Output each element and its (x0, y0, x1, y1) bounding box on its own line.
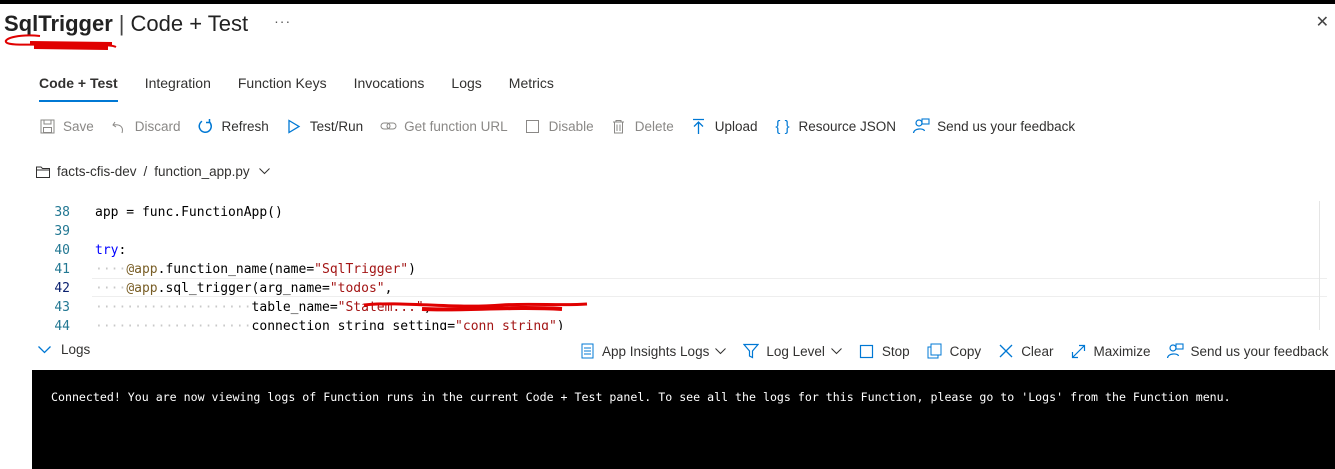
line-number: 40 (54, 243, 70, 258)
app-insights-logs-label: App Insights Logs (602, 343, 710, 359)
logs-feedback-button[interactable]: Send us your feedback (1166, 342, 1329, 360)
logs-panel-header: Logs App Insights Logs Log Level Stop Co… (0, 336, 1335, 366)
line-number: 42 (54, 281, 70, 296)
breadcrumb-app[interactable]: facts-cfis-dev (57, 164, 137, 179)
play-icon (285, 117, 303, 135)
discard-button[interactable]: Discard (110, 117, 181, 135)
upload-label: Upload (714, 118, 758, 134)
stop-icon (858, 342, 876, 360)
logs-toggle-label: Logs (61, 342, 91, 357)
breadcrumb-separator: / (143, 164, 148, 179)
save-button[interactable]: Save (38, 117, 94, 135)
tab-logs[interactable]: Logs (451, 72, 481, 102)
braces-icon: { } (775, 117, 790, 135)
disable-button[interactable]: Disable (524, 117, 594, 135)
test-run-label: Test/Run (309, 118, 364, 134)
maximize-button[interactable]: Maximize (1069, 342, 1150, 360)
disable-label: Disable (548, 118, 594, 134)
tab-code-test[interactable]: Code + Test (39, 72, 118, 102)
copy-icon (926, 342, 944, 360)
delete-label: Delete (634, 118, 674, 134)
page-subtitle: Code + Test (130, 11, 249, 36)
tab-metrics[interactable]: Metrics (509, 72, 554, 102)
logs-toggle[interactable]: Logs (38, 342, 90, 357)
clear-button[interactable]: Clear (997, 342, 1053, 360)
feedback-button[interactable]: Send us your feedback (912, 117, 1075, 135)
window-top-border (0, 0, 1335, 4)
refresh-icon (197, 117, 215, 135)
tab-integration[interactable]: Integration (145, 72, 211, 102)
log-level-dropdown[interactable]: Log Level (742, 342, 842, 360)
copy-label: Copy (949, 343, 982, 359)
chevron-down-icon (38, 345, 51, 354)
test-run-button[interactable]: Test/Run (285, 117, 363, 135)
maximize-label: Maximize (1093, 343, 1151, 359)
copy-button[interactable]: Copy (926, 342, 982, 360)
chevron-down-icon[interactable] (258, 168, 270, 175)
line-number: 41 (54, 262, 70, 277)
line-number: 38 (54, 205, 70, 220)
feedback-icon (1166, 342, 1185, 360)
link-icon (379, 117, 397, 135)
logs-feedback-label: Send us your feedback (1190, 343, 1329, 359)
tab-invocations[interactable]: Invocations (354, 72, 425, 102)
console-message: Connected! You are now viewing logs of F… (51, 390, 1231, 404)
line-number: 44 (54, 319, 70, 330)
upload-button[interactable]: Upload (690, 117, 758, 135)
code-text: try: (95, 243, 127, 258)
code-text: app = func.FunctionApp() (95, 205, 283, 220)
command-toolbar: Save Discard Refresh Test/Run Get functi… (38, 114, 1091, 138)
chevron-down-icon (715, 347, 727, 355)
delete-button[interactable]: Delete (610, 117, 674, 135)
stop-label: Stop (881, 343, 910, 359)
chevron-down-icon (831, 347, 842, 355)
save-label: Save (63, 118, 94, 134)
close-icon[interactable]: ✕ (1316, 12, 1329, 32)
trash-icon (610, 117, 628, 135)
close-icon (997, 342, 1015, 360)
log-level-label: Log Level (766, 343, 825, 359)
folder-icon (36, 166, 50, 178)
refresh-label: Refresh (221, 118, 269, 134)
code-text: ····@app.sql_trigger(arg_name="todos", (95, 281, 393, 296)
app-insights-logs-dropdown[interactable]: App Insights Logs (578, 342, 727, 360)
get-function-url-label: Get function URL (404, 118, 508, 134)
checkbox-icon (524, 117, 542, 135)
get-function-url-button[interactable]: Get function URL (379, 117, 508, 135)
redaction-scribble (4, 34, 117, 50)
line-number: 39 (54, 224, 70, 239)
more-options-icon[interactable]: ··· (274, 13, 291, 29)
refresh-button[interactable]: Refresh (197, 117, 269, 135)
code-editor[interactable]: 38 app = func.FunctionApp() 39 40 try: 41 ····… (32, 201, 1327, 330)
redaction-scribble (363, 302, 588, 312)
resource-json-label: Resource JSON (798, 118, 897, 134)
log-console[interactable]: Connected! You are now viewing logs of F… (32, 370, 1335, 469)
clear-label: Clear (1021, 343, 1054, 359)
editor-scrollbar[interactable] (1319, 201, 1327, 330)
file-selector[interactable]: function_app.py (154, 164, 249, 179)
upload-icon (690, 117, 708, 135)
undo-icon (110, 117, 128, 135)
file-breadcrumb: facts-cfis-dev / function_app.py (36, 164, 270, 179)
discard-label: Discard (134, 118, 181, 134)
filter-icon (742, 342, 760, 360)
feedback-icon (912, 117, 930, 135)
maximize-icon (1069, 342, 1087, 360)
document-list-icon (578, 342, 596, 360)
line-number: 43 (54, 300, 70, 315)
function-tabs: Code + Test Integration Function Keys In… (39, 72, 581, 102)
save-icon (38, 117, 56, 135)
resource-json-button[interactable]: { } Resource JSON (774, 117, 897, 135)
feedback-label: Send us your feedback (937, 118, 1076, 134)
tab-function-keys[interactable]: Function Keys (238, 72, 327, 102)
code-text: ····@app.function_name(name="SqlTrigger"… (95, 262, 416, 277)
logs-actions: App Insights Logs Log Level Stop Copy Cl… (578, 340, 1335, 362)
stop-button[interactable]: Stop (858, 342, 910, 360)
